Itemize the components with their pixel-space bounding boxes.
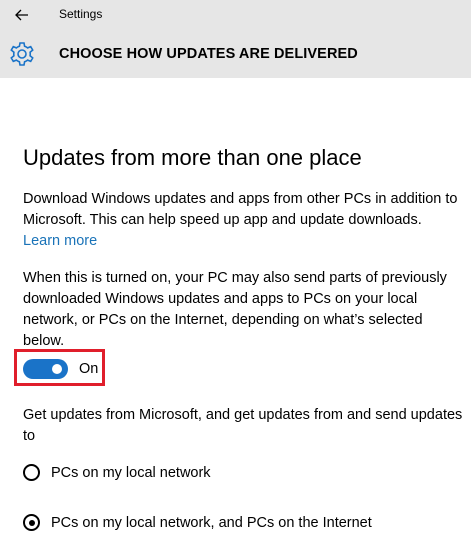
- toggle-knob: [52, 364, 62, 374]
- back-button[interactable]: [6, 2, 38, 28]
- section-heading: Updates from more than one place: [23, 145, 362, 170]
- radio-label-local: PCs on my local network: [51, 464, 211, 481]
- description-text: Download Windows updates and apps from o…: [23, 191, 458, 228]
- title-bar: Settings: [0, 0, 471, 30]
- toggle-state-label: On: [79, 361, 99, 377]
- description: Download Windows updates and apps from o…: [23, 189, 463, 252]
- back-arrow-icon: [15, 9, 28, 21]
- page-title: CHOOSE HOW UPDATES ARE DELIVERED: [59, 46, 358, 62]
- learn-more-link[interactable]: Learn more: [23, 231, 463, 252]
- detail-text: When this is turned on, your PC may also…: [23, 270, 447, 349]
- radio-button-internet[interactable]: [23, 514, 40, 531]
- page-header: CHOOSE HOW UPDATES ARE DELIVERED: [0, 30, 471, 78]
- app-title: Settings: [59, 7, 103, 21]
- radio-label-internet: PCs on my local network, and PCs on the …: [51, 514, 372, 531]
- get-updates-text: Get updates from Microsoft, and get upda…: [23, 407, 463, 444]
- delivery-optimization-toggle[interactable]: [23, 359, 68, 379]
- radio-option-local-and-internet[interactable]: PCs on my local network, and PCs on the …: [23, 514, 372, 531]
- radio-option-local-network[interactable]: PCs on my local network: [23, 464, 211, 481]
- radio-button-local[interactable]: [23, 464, 40, 481]
- gear-icon: [10, 42, 34, 66]
